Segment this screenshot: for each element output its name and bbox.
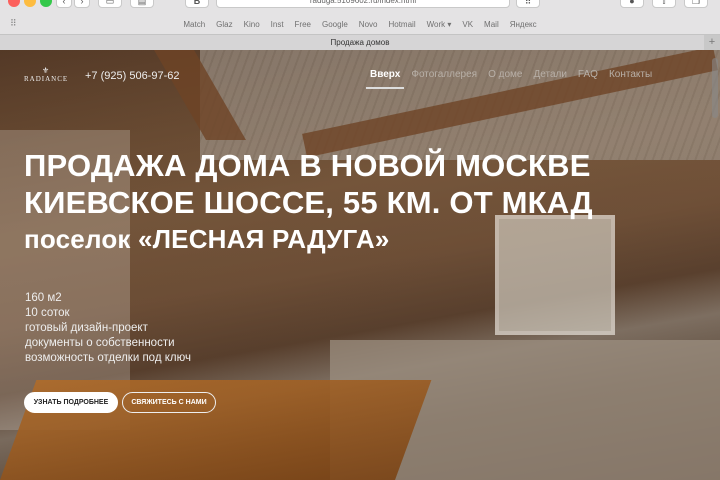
favorite-folder[interactable]: Work ▾ xyxy=(427,20,452,29)
feature-item: документы о собственности xyxy=(25,337,175,349)
favorites-grid-icon[interactable]: ⠿ xyxy=(10,18,17,29)
reader-icon[interactable]: ▤ xyxy=(130,0,154,8)
favorite-link[interactable]: Glaz xyxy=(216,20,232,29)
favorite-link[interactable]: Inst xyxy=(271,20,284,29)
feature-item: возможность отделки под ключ xyxy=(25,352,191,364)
favorite-link[interactable]: Free xyxy=(295,20,311,29)
account-icon[interactable]: ● xyxy=(620,0,644,8)
back-icon[interactable]: ‹ xyxy=(56,0,72,8)
extension-icon[interactable]: B xyxy=(185,0,209,8)
feature-item: 160 м2 xyxy=(25,292,62,304)
hero-title-line: ПРОДАЖА ДОМА В НОВОЙ МОСКВЕ xyxy=(24,148,591,183)
nav-item-gallery[interactable]: Фотогаллерея xyxy=(411,69,477,80)
favorite-link[interactable]: Mail xyxy=(484,20,499,29)
feature-item: 10 соток xyxy=(25,307,70,319)
favorite-link[interactable]: VK xyxy=(462,20,473,29)
new-tab-icon[interactable]: + xyxy=(704,35,720,50)
hero-section: ⚜ RADIANCE +7 (925) 506-97-62 Вверх Фотог… xyxy=(0,50,720,480)
features-list: 160 м2 10 соток готовый дизайн-проект до… xyxy=(25,291,191,366)
close-window-icon[interactable] xyxy=(8,0,20,7)
nav-item-details[interactable]: Детали xyxy=(533,69,566,80)
minimize-window-icon[interactable] xyxy=(24,0,36,7)
sidebar-icon[interactable]: ▭ xyxy=(98,0,122,8)
learn-more-button[interactable]: УЗНАТЬ ПОДРОБНЕЕ xyxy=(24,392,118,413)
address-bar[interactable]: raduga.5109602.ru/index.html xyxy=(216,0,510,8)
share-icon[interactable]: ⇧ xyxy=(652,0,676,8)
tabs-grid-icon[interactable]: ⠿ xyxy=(516,0,540,8)
favorite-link[interactable]: Kino xyxy=(244,20,260,29)
hero-title: ПРОДАЖА ДОМА В НОВОЙ МОСКВЕ КИЕВСКОЕ ШОС… xyxy=(24,147,593,258)
logo-text: RADIANCE xyxy=(24,75,69,83)
phone-number[interactable]: +7 (925) 506-97-62 xyxy=(85,70,179,82)
hero-subtitle: поселок «ЛЕСНАЯ РАДУГА» xyxy=(24,224,390,254)
favorite-link[interactable]: Google xyxy=(322,20,348,29)
favorites-bar: ⠿ Match Glaz Kino Inst Free Google Novo … xyxy=(0,12,720,34)
maximize-window-icon[interactable] xyxy=(40,0,52,7)
favorite-link[interactable]: Match xyxy=(183,20,205,29)
logo-mark-icon: ⚜ xyxy=(42,66,51,75)
contact-us-button[interactable]: СВЯЖИТЕСЬ С НАМИ xyxy=(122,392,216,413)
favorite-link[interactable]: Hotmail xyxy=(388,20,415,29)
nav-item-contacts[interactable]: Контакты xyxy=(609,69,652,80)
tab-bar: Продажа домов + xyxy=(0,34,720,50)
browser-toolbar: ‹ › ▭ ▤ B raduga.5109602.ru/index.html ⠿… xyxy=(0,0,720,12)
tabs-overview-icon[interactable]: ❐ xyxy=(684,0,708,8)
forward-icon[interactable]: › xyxy=(74,0,90,8)
favorite-link[interactable]: Яндекс xyxy=(510,20,537,29)
main-nav: Вверх Фотогаллерея О доме Детали FAQ Кон… xyxy=(365,69,652,89)
nav-item-about[interactable]: О доме xyxy=(488,69,522,80)
active-tab[interactable]: Продажа домов xyxy=(331,38,390,47)
hero-title-line: КИЕВСКОЕ ШОССЕ, 55 КМ. ОТ МКАД xyxy=(24,185,593,220)
favorite-link[interactable]: Novo xyxy=(359,20,378,29)
browser-chrome: ‹ › ▭ ▤ B raduga.5109602.ru/index.html ⠿… xyxy=(0,0,720,50)
scrollbar[interactable] xyxy=(712,58,718,118)
logo[interactable]: ⚜ RADIANCE xyxy=(24,66,69,84)
feature-item: готовый дизайн-проект xyxy=(25,322,148,334)
nav-item-top[interactable]: Вверх xyxy=(365,69,405,89)
nav-item-faq[interactable]: FAQ xyxy=(578,69,598,80)
